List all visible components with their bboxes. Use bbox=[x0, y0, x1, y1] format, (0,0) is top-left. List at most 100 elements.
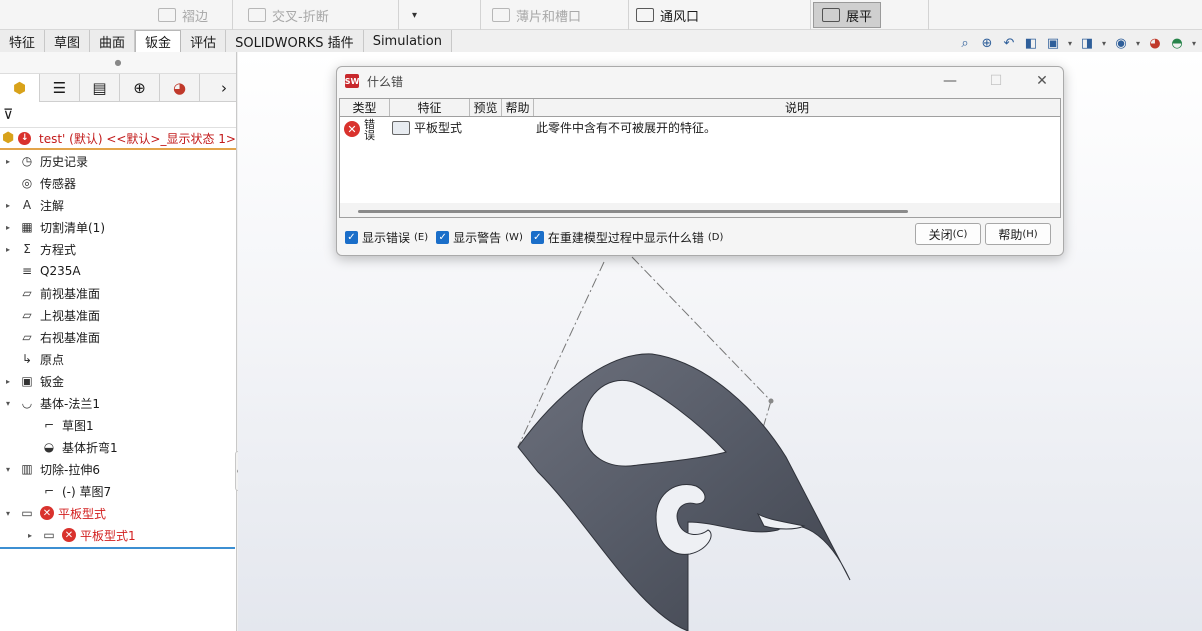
feature-manager-panel: ● ⬢ ☰ ▤ ⊕ ◕ › ⊽ ⬢ ↓ test' (默认) <<默认>_显示状… bbox=[0, 52, 237, 631]
chevron-right-icon[interactable]: ▸ bbox=[2, 377, 14, 386]
show-during-rebuild-checkbox[interactable]: ✓ 在重建模型过程中显示什么错 (D) bbox=[530, 229, 723, 246]
tree-item[interactable]: ↳ 原点 bbox=[0, 348, 236, 370]
view-orientation-icon[interactable]: ▣ bbox=[1044, 34, 1062, 52]
tree-item[interactable]: ⌐ (-) 草图7 bbox=[0, 480, 236, 502]
rebuild-error-icon: ↓ bbox=[18, 131, 31, 145]
display-manager-icon[interactable]: ◕ bbox=[160, 74, 200, 102]
tab-sketch[interactable]: 草图 bbox=[45, 30, 91, 52]
dialog-options: ✓ 显示错误 (E) ✓ 显示警告 (W) ✓ 在重建模型过程中显示什么错 (D) bbox=[345, 229, 723, 246]
error-list: 类型 特征 预览 帮助 说明 ✕ 错误 平板型式 此零件中含有不可被展开的特征。 bbox=[339, 98, 1061, 218]
close-icon[interactable]: ✕ bbox=[1019, 67, 1065, 95]
tree-item[interactable]: ◒ 基体折弯1 bbox=[0, 436, 236, 458]
flat-pattern-icon: ▭ bbox=[43, 528, 55, 542]
tree-item[interactable]: ⌐ 草图1 bbox=[0, 414, 236, 436]
tab-surfaces[interactable]: 曲面 bbox=[90, 30, 136, 52]
tree-item[interactable]: ▸ ◷ 历史记录 bbox=[0, 150, 236, 172]
chevron-down-icon[interactable]: ▾ bbox=[2, 399, 14, 408]
tree-item[interactable]: ▾ ▭ ✕ 平板型式 bbox=[0, 502, 236, 524]
display-style-icon[interactable]: ◨ bbox=[1078, 34, 1096, 52]
ribbon-dropdown-arrow[interactable]: ▾ bbox=[412, 0, 417, 30]
rollback-bar[interactable] bbox=[0, 547, 235, 549]
base-flange-icon: ◡ bbox=[21, 396, 33, 410]
previous-view-icon[interactable]: ↶ bbox=[1000, 34, 1018, 52]
filter-row: ⊽ bbox=[0, 102, 236, 128]
history-icon: ◷ bbox=[21, 154, 33, 168]
tab-evaluate[interactable]: 评估 bbox=[181, 30, 227, 52]
panel-grip[interactable]: ● bbox=[0, 52, 236, 74]
configurationmanager-icon[interactable]: ▤ bbox=[80, 74, 120, 102]
tab-features[interactable]: 特征 bbox=[0, 30, 46, 52]
hide-show-icon[interactable]: ◉ bbox=[1112, 34, 1130, 52]
tree-item-label: 历史记录 bbox=[40, 154, 89, 169]
tree-item[interactable]: ▸ A 注解 bbox=[0, 194, 236, 216]
zoom-to-fit-icon[interactable]: ⌕ bbox=[956, 34, 974, 52]
close-button[interactable]: 关闭 (C) bbox=[915, 223, 981, 245]
chevron-right-icon[interactable]: ▸ bbox=[2, 157, 14, 166]
chevron-down-icon[interactable]: ▾ bbox=[1190, 34, 1198, 52]
propertymanager-icon[interactable]: ☰ bbox=[40, 74, 80, 102]
flatten-button[interactable]: 展平 bbox=[813, 2, 882, 28]
tree-root[interactable]: ⬢ ↓ test' (默认) <<默认>_显示状态 1> bbox=[0, 128, 236, 150]
edge-flange-button[interactable]: 褶边 bbox=[158, 0, 208, 30]
heads-up-view-toolbar: ⌕ ⊕ ↶ ◧ ▣ ▾ ◨ ▾ ◉ ▾ ◕ ◓ ▾ bbox=[956, 34, 1198, 52]
flat-pattern-icon: ▭ bbox=[21, 506, 33, 520]
error-feature-cell: 平板型式 bbox=[390, 117, 470, 147]
featuremanager-icon[interactable]: ⬢ bbox=[0, 74, 40, 102]
chevron-down-icon[interactable]: ▾ bbox=[2, 465, 14, 474]
tab-and-slot-button[interactable]: 薄片和槽口 bbox=[492, 0, 581, 30]
chevron-down-icon[interactable]: ▾ bbox=[1134, 34, 1142, 52]
tree-item[interactable]: ≡ Q235A bbox=[0, 260, 236, 282]
scene-icon[interactable]: ◓ bbox=[1168, 34, 1186, 52]
tree-item[interactable]: ▱ 右视基准面 bbox=[0, 326, 236, 348]
chevron-right-icon[interactable]: ▸ bbox=[24, 531, 36, 540]
chevron-right-icon[interactable]: ▸ bbox=[2, 245, 14, 254]
tree-item-label: 切除-拉伸6 bbox=[40, 462, 100, 477]
error-preview-cell[interactable] bbox=[470, 117, 502, 147]
error-row[interactable]: ✕ 错误 平板型式 此零件中含有不可被展开的特征。 bbox=[340, 117, 1060, 147]
zoom-to-area-icon[interactable]: ⊕ bbox=[978, 34, 996, 52]
tree-item[interactable]: ▱ 前视基准面 bbox=[0, 282, 236, 304]
tree-item[interactable]: ▾ ▥ 切除-拉伸6 bbox=[0, 458, 236, 480]
column-description[interactable]: 说明 bbox=[534, 99, 1060, 116]
show-errors-checkbox[interactable]: ✓ 显示错误 (E) bbox=[345, 229, 428, 246]
chevron-down-icon[interactable]: ▾ bbox=[1100, 34, 1108, 52]
horizontal-scrollbar-track[interactable] bbox=[340, 203, 1060, 217]
horizontal-scrollbar-thumb[interactable] bbox=[358, 210, 908, 213]
tree-item-label: 右视基准面 bbox=[40, 330, 101, 345]
chevron-right-icon[interactable]: ▸ bbox=[2, 223, 14, 232]
dimxpert-icon[interactable]: ⊕ bbox=[120, 74, 160, 102]
error-icon: ✕ bbox=[344, 121, 360, 137]
column-type[interactable]: 类型 bbox=[340, 99, 390, 116]
chevron-down-icon[interactable]: ▾ bbox=[2, 509, 14, 518]
tree-item[interactable]: ▸ ▦ 切割清单(1) bbox=[0, 216, 236, 238]
show-warnings-checkbox[interactable]: ✓ 显示警告 (W) bbox=[436, 229, 523, 246]
column-feature[interactable]: 特征 bbox=[390, 99, 470, 116]
tab-solidworks-addins[interactable]: SOLIDWORKS 插件 bbox=[226, 30, 364, 52]
tab-slot-icon bbox=[492, 8, 510, 22]
column-help[interactable]: 帮助 bbox=[502, 99, 534, 116]
section-view-icon[interactable]: ◧ bbox=[1022, 34, 1040, 52]
cross-break-button[interactable]: 交叉-折断 bbox=[248, 0, 329, 30]
tab-simulation[interactable]: Simulation bbox=[363, 30, 452, 52]
chevron-right-icon[interactable]: › bbox=[212, 74, 236, 102]
error-help-cell[interactable] bbox=[502, 117, 534, 147]
tree-item[interactable]: ▸ ▣ 钣金 bbox=[0, 370, 236, 392]
tree-item-label: 注解 bbox=[40, 198, 65, 213]
chevron-down-icon[interactable]: ▾ bbox=[1066, 34, 1074, 52]
tree-item[interactable]: ▾ ◡ 基体-法兰1 bbox=[0, 392, 236, 414]
tree-item[interactable]: ▸ Σ 方程式 bbox=[0, 238, 236, 260]
column-preview[interactable]: 预览 bbox=[470, 99, 502, 116]
tree-item[interactable]: ▱ 上视基准面 bbox=[0, 304, 236, 326]
tree-item[interactable]: ▸ ▭ ✕ 平板型式1 bbox=[0, 524, 236, 546]
vent-button[interactable]: 通风口 bbox=[636, 0, 699, 30]
filter-icon[interactable]: ⊽ bbox=[3, 107, 13, 123]
panel-tabs: ⬢ ☰ ▤ ⊕ ◕ › bbox=[0, 74, 236, 102]
appearance-icon[interactable]: ◕ bbox=[1146, 34, 1164, 52]
checkbox-checked-icon: ✓ bbox=[345, 231, 358, 244]
help-button[interactable]: 帮助 (H) bbox=[985, 223, 1051, 245]
tree-item[interactable]: ◎ 传感器 bbox=[0, 172, 236, 194]
tab-sheet-metal[interactable]: 钣金 bbox=[135, 30, 182, 52]
minimize-icon[interactable]: — bbox=[927, 67, 973, 95]
chevron-right-icon[interactable]: ▸ bbox=[2, 201, 14, 210]
tree-item-label: 方程式 bbox=[40, 242, 77, 257]
